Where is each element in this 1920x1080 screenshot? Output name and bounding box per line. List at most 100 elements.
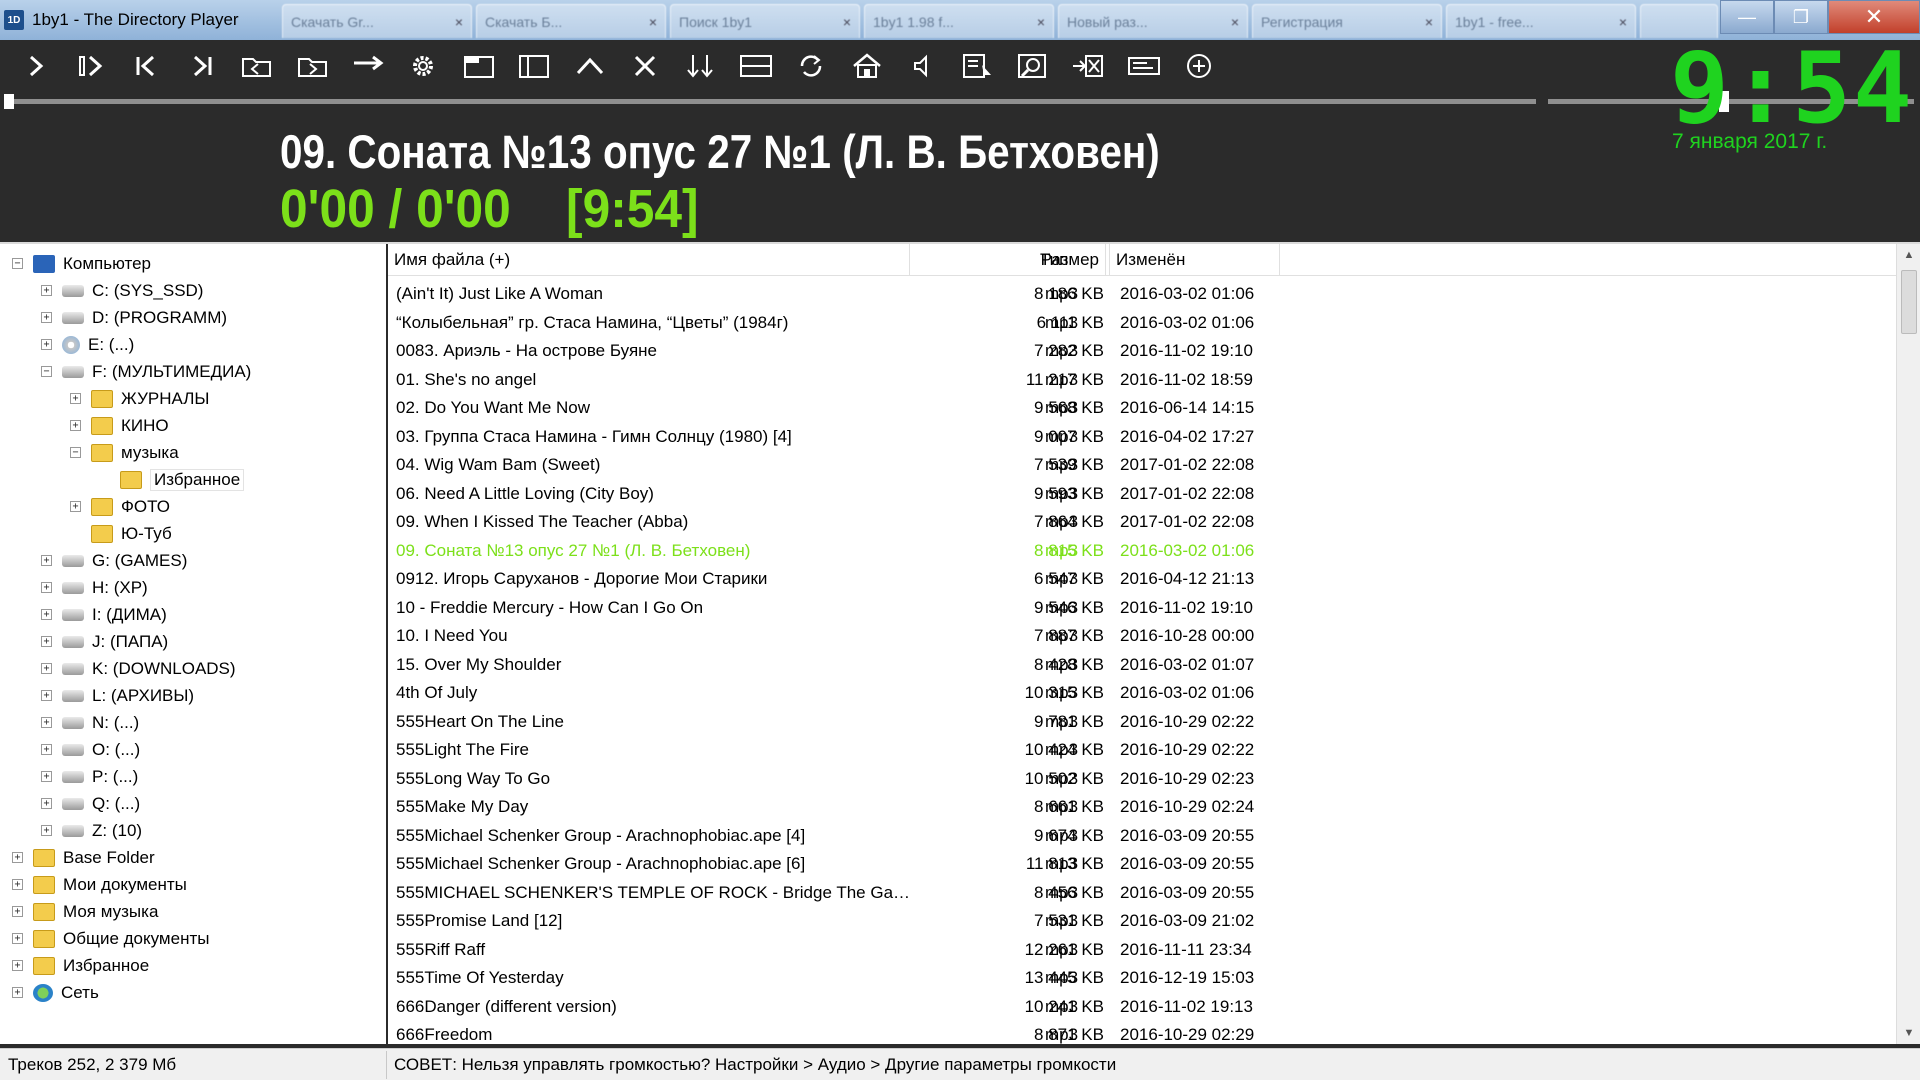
scroll-thumb[interactable]: [1901, 270, 1917, 334]
close-button[interactable]: ✕: [1828, 0, 1920, 34]
seek-thumb[interactable]: [4, 94, 14, 109]
browser-tab[interactable]: 1by1 1.98 f... ×: [864, 4, 1054, 38]
vertical-scrollbar[interactable]: ▲ ▼: [1896, 244, 1920, 1044]
add-circle-button[interactable]: [1171, 46, 1226, 86]
minimize-button[interactable]: —: [1720, 0, 1774, 34]
expand-icon[interactable]: +: [41, 744, 52, 755]
tree-node[interactable]: − F: (МУЛЬТИМЕДИА): [41, 358, 251, 385]
expand-icon[interactable]: +: [41, 663, 52, 674]
sort-button[interactable]: [673, 46, 728, 86]
browser-tab[interactable]: Регистрация ×: [1252, 4, 1442, 38]
table-row[interactable]: 666Danger (different version) 10 241 KB mp…: [388, 993, 1896, 1022]
table-row[interactable]: 555Heart On The Line 9 781 KB mp3 2016-10-2…: [388, 708, 1896, 737]
browser-tab[interactable]: Скачать Б... ×: [476, 4, 666, 38]
search-button[interactable]: [1005, 46, 1060, 86]
table-row[interactable]: (Ain't It) Just Like A Woman 8 186 KB mp3 2…: [388, 280, 1896, 309]
table-row[interactable]: 555Light The Fire 10 424 KB mp3 2016-10-29 …: [388, 736, 1896, 765]
table-row[interactable]: 666Freedom 8 871 KB mp3 2016-10-29 02:29: [388, 1021, 1896, 1044]
close-tab-icon[interactable]: ×: [1619, 14, 1627, 30]
table-row[interactable]: 04. Wig Wam Bam (Sweet) 7 539 KB mp3 2017-0…: [388, 451, 1896, 480]
close-tab-icon[interactable]: ×: [843, 14, 851, 30]
tree-node[interactable]: + Base Folder: [12, 844, 155, 871]
playlist-button[interactable]: [950, 46, 1005, 86]
tree-node[interactable]: − музыка: [70, 439, 179, 466]
table-row[interactable]: 555Michael Schenker Group - Arachnophobi…: [388, 850, 1896, 879]
exit-button[interactable]: [1060, 46, 1115, 86]
table-row[interactable]: 10 - Freddie Mercury - How Can I Go On 9 …: [388, 594, 1896, 623]
tree-node[interactable]: Ю-Туб: [70, 520, 172, 547]
expand-icon[interactable]: +: [41, 636, 52, 647]
table-row[interactable]: 555Make My Day 8 661 KB mp3 2016-10-29 02:2…: [388, 793, 1896, 822]
scroll-down-button[interactable]: ▼: [1897, 1022, 1920, 1044]
close-tab-icon[interactable]: ×: [1425, 14, 1433, 30]
collapse-icon[interactable]: −: [70, 447, 81, 458]
tree-node[interactable]: + Моя музыка: [12, 898, 158, 925]
keyboard-button[interactable]: [1116, 46, 1171, 86]
window-layout-button[interactable]: [451, 46, 506, 86]
expand-icon[interactable]: +: [41, 555, 52, 566]
expand-icon[interactable]: +: [12, 933, 23, 944]
expand-icon[interactable]: +: [70, 420, 81, 431]
expand-icon[interactable]: +: [41, 312, 52, 323]
tree-node[interactable]: + H: (XP): [41, 574, 148, 601]
table-row[interactable]: 555MICHAEL SCHENKER'S TEMPLE OF ROCK - B…: [388, 879, 1896, 908]
tree-node[interactable]: + E: (...): [41, 331, 134, 358]
expand-icon[interactable]: +: [70, 393, 81, 404]
expand-icon[interactable]: +: [41, 339, 52, 350]
expand-icon[interactable]: +: [41, 285, 52, 296]
expand-icon[interactable]: +: [41, 717, 52, 728]
close-tab-icon[interactable]: ×: [1037, 14, 1045, 30]
tree-node[interactable]: + D: (PROGRAMM): [41, 304, 227, 331]
table-row[interactable]: 0912. Игорь Саруханов - Дорогие Мои Стар…: [388, 565, 1896, 594]
table-row[interactable]: 555Michael Schenker Group - Arachnophobi…: [388, 822, 1896, 851]
close-tab-icon[interactable]: ×: [455, 14, 463, 30]
next-track-button[interactable]: [174, 46, 229, 86]
table-row-playing[interactable]: 09. Соната №13 опус 27 №1 (Л. В. Бетхове…: [388, 537, 1896, 566]
close-tab-icon[interactable]: ×: [1231, 14, 1239, 30]
restore-button[interactable]: ❐: [1774, 0, 1828, 34]
tree-node[interactable]: + K: (DOWNLOADS): [41, 655, 236, 682]
jump-button[interactable]: [340, 46, 395, 86]
tree-node[interactable]: Избранное: [99, 466, 245, 493]
table-row[interactable]: 03. Группа Стаса Намина - Гимн Солнцу (1…: [388, 423, 1896, 452]
expand-icon[interactable]: +: [12, 987, 23, 998]
split-view-button[interactable]: [728, 46, 783, 86]
home-button[interactable]: [839, 46, 894, 86]
play-button[interactable]: [8, 46, 63, 86]
collapse-icon[interactable]: −: [41, 366, 52, 377]
tree-node[interactable]: + C: (SYS_SSD): [41, 277, 203, 304]
table-row[interactable]: 0083. Ариэль - На острове Буяне 7 282 KB m…: [388, 337, 1896, 366]
tree-node[interactable]: + L: (АРХИВЫ): [41, 682, 194, 709]
collapse-icon[interactable]: −: [12, 258, 23, 269]
column-header-modified[interactable]: Изменён: [1110, 244, 1280, 276]
table-row[interactable]: 4th Of July 10 315 KB mp3 2016-03-02 01:06: [388, 679, 1896, 708]
seek-bar[interactable]: [4, 94, 1536, 109]
tree-node[interactable]: + J: (ПАПА): [41, 628, 168, 655]
expand-icon[interactable]: +: [12, 852, 23, 863]
expand-icon[interactable]: +: [41, 582, 52, 593]
expand-icon[interactable]: +: [41, 690, 52, 701]
scroll-up-button[interactable]: ▲: [1897, 244, 1920, 266]
settings-gear-button[interactable]: [396, 46, 451, 86]
column-header-type[interactable]: Тип: [1034, 244, 1110, 276]
refresh-button[interactable]: [783, 46, 838, 86]
table-row[interactable]: 555Time Of Yesterday 13 445 KB mp3 2016-12-…: [388, 964, 1896, 993]
table-row[interactable]: 555Promise Land [12] 7 531 KB mp3 2016-03-0…: [388, 907, 1896, 936]
tree-node[interactable]: − Компьютер: [12, 250, 151, 277]
table-row[interactable]: 06. Need A Little Loving (City Boy) 9 593…: [388, 480, 1896, 509]
table-row[interactable]: 02. Do You Want Me Now 9 568 KB mp3 2016-06…: [388, 394, 1896, 423]
expand-icon[interactable]: +: [70, 501, 81, 512]
play-pause-button[interactable]: [63, 46, 118, 86]
browser-tab[interactable]: 1by1 - free... ×: [1446, 4, 1636, 38]
back-folder-button[interactable]: [230, 46, 285, 86]
table-row[interactable]: 01. She's no angel 11 217 KB mp3 2016-11-02…: [388, 366, 1896, 395]
expand-icon[interactable]: +: [41, 798, 52, 809]
expand-icon[interactable]: +: [12, 906, 23, 917]
expand-icon[interactable]: +: [41, 771, 52, 782]
column-header-name[interactable]: Имя файла (+): [388, 244, 910, 276]
volume-button[interactable]: [894, 46, 949, 86]
browser-tab[interactable]: Новый раз... ×: [1058, 4, 1248, 38]
tree-node[interactable]: + ФОТО: [70, 493, 170, 520]
browser-tab[interactable]: Скачать Gr... ×: [282, 4, 472, 38]
forward-folder-button[interactable]: [285, 46, 340, 86]
